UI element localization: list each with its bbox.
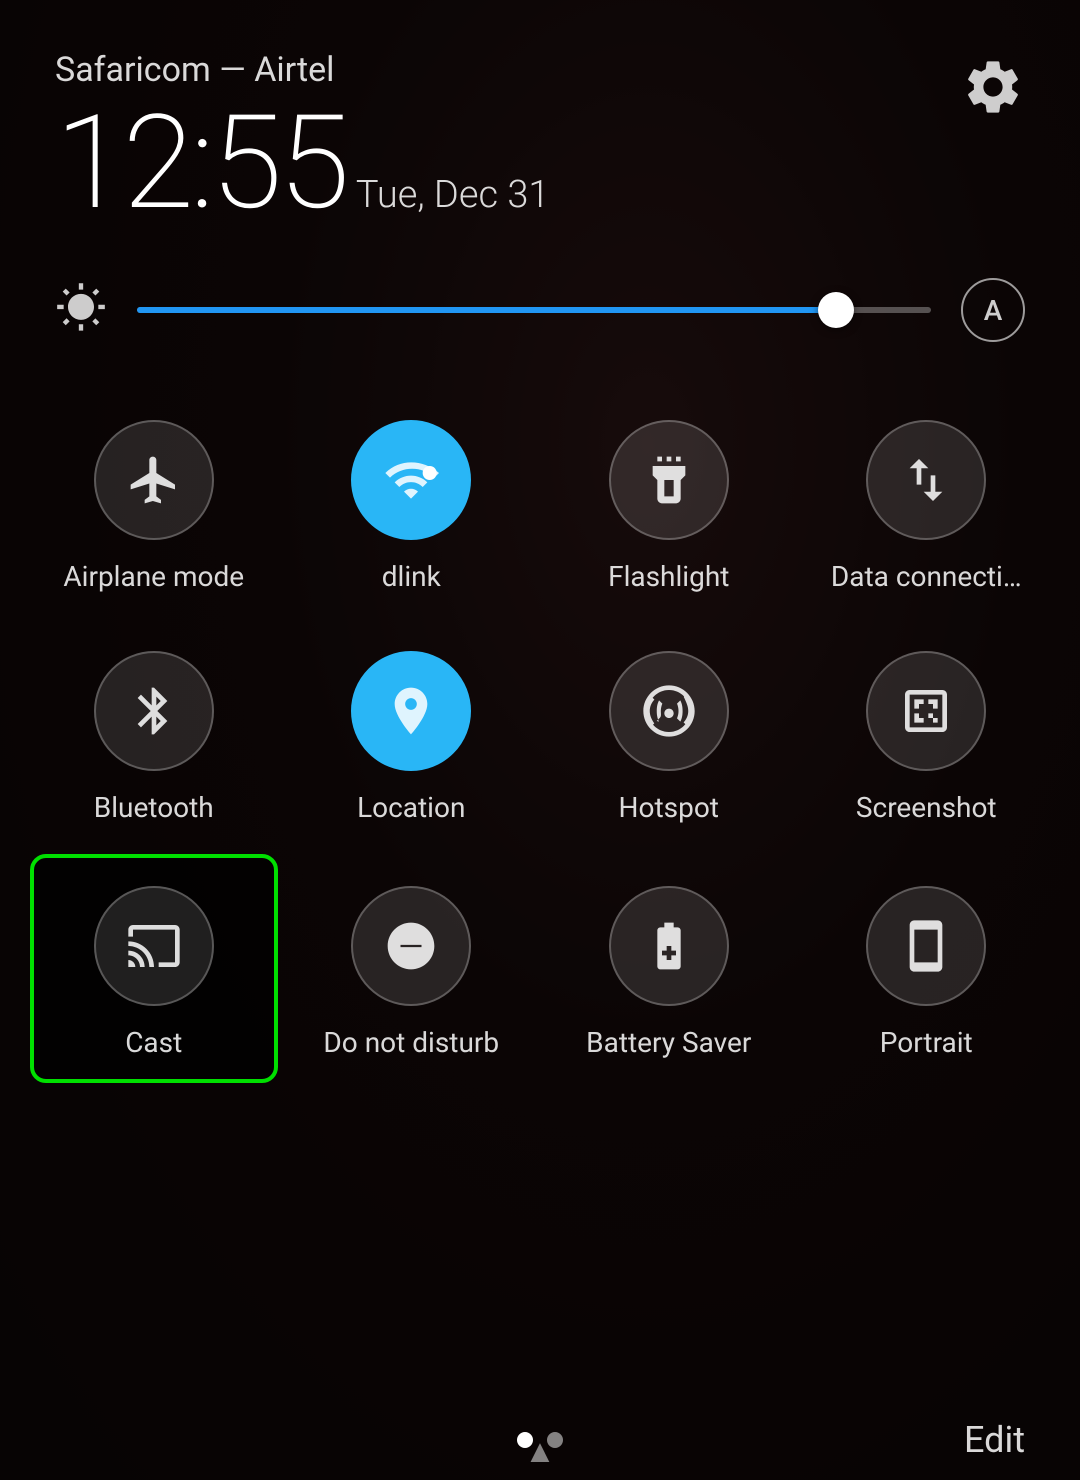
tiles-row-2: Bluetooth Location Hotspot bbox=[30, 623, 1050, 844]
hotspot-icon bbox=[641, 683, 697, 739]
cast-icon bbox=[126, 918, 182, 974]
wifi-icon-wrap bbox=[351, 420, 471, 540]
screenshot-icon-wrap bbox=[866, 651, 986, 771]
screenshot-icon bbox=[898, 683, 954, 739]
up-arrow-indicator: ▲ bbox=[524, 1432, 556, 1470]
flashlight-icon-wrap bbox=[609, 420, 729, 540]
settings-icon[interactable] bbox=[961, 55, 1025, 119]
battery-saver-icon bbox=[641, 918, 697, 974]
brightness-slider[interactable] bbox=[137, 307, 931, 313]
airplane-mode-icon-wrap bbox=[94, 420, 214, 540]
portrait-icon bbox=[898, 918, 954, 974]
tile-portrait[interactable]: Portrait bbox=[803, 854, 1051, 1083]
tiles-row-3: Cast Do not disturb Battery Saver bbox=[30, 854, 1050, 1083]
brightness-control: A bbox=[0, 248, 1080, 372]
brightness-icon bbox=[55, 282, 107, 338]
tile-bluetooth[interactable]: Bluetooth bbox=[30, 623, 278, 844]
tile-hotspot[interactable]: Hotspot bbox=[545, 623, 793, 844]
tile-battery-saver[interactable]: Battery Saver bbox=[545, 854, 793, 1083]
carrier-text: Safaricom — Airtel bbox=[55, 50, 1025, 90]
cast-label: Cast bbox=[125, 1026, 182, 1059]
cast-icon-wrap bbox=[94, 886, 214, 1006]
do-not-disturb-icon-wrap bbox=[351, 886, 471, 1006]
tile-do-not-disturb[interactable]: Do not disturb bbox=[288, 854, 536, 1083]
portrait-label: Portrait bbox=[880, 1026, 973, 1059]
wifi-icon bbox=[383, 452, 439, 508]
wifi-label: dlink bbox=[382, 560, 441, 593]
do-not-disturb-icon bbox=[383, 918, 439, 974]
tile-cast[interactable]: Cast bbox=[30, 854, 278, 1083]
tile-wifi[interactable]: dlink bbox=[288, 392, 536, 613]
location-label: Location bbox=[357, 791, 465, 824]
location-icon bbox=[383, 683, 439, 739]
auto-brightness-button[interactable]: A bbox=[961, 278, 1025, 342]
tiles-row-1: Airplane mode dlink Fl bbox=[30, 392, 1050, 613]
bluetooth-icon-wrap bbox=[94, 651, 214, 771]
bluetooth-icon bbox=[126, 683, 182, 739]
screenshot-label: Screenshot bbox=[856, 791, 997, 824]
portrait-icon-wrap bbox=[866, 886, 986, 1006]
flashlight-label: Flashlight bbox=[608, 560, 729, 593]
tile-data-connection[interactable]: Data connecti… bbox=[803, 392, 1051, 613]
tile-screenshot[interactable]: Screenshot bbox=[803, 623, 1051, 844]
data-connection-label: Data connecti… bbox=[831, 560, 1022, 593]
data-connection-icon-wrap bbox=[866, 420, 986, 540]
tile-flashlight[interactable]: Flashlight bbox=[545, 392, 793, 613]
edit-button[interactable]: Edit bbox=[964, 1419, 1025, 1461]
hotspot-icon-wrap bbox=[609, 651, 729, 771]
airplane-icon bbox=[126, 452, 182, 508]
clock-date: Tue, Dec 31 bbox=[356, 173, 550, 217]
quick-tiles-area: Airplane mode dlink Fl bbox=[0, 372, 1080, 1420]
tile-airplane-mode[interactable]: Airplane mode bbox=[30, 392, 278, 613]
tile-location[interactable]: Location bbox=[288, 623, 536, 844]
data-connection-icon bbox=[898, 452, 954, 508]
header: Safaricom — Airtel 12:55 Tue, Dec 31 bbox=[0, 0, 1080, 248]
battery-saver-icon-wrap bbox=[609, 886, 729, 1006]
hotspot-label: Hotspot bbox=[619, 791, 719, 824]
flashlight-icon bbox=[641, 452, 697, 508]
clock-time: 12:55 bbox=[55, 98, 346, 228]
location-icon-wrap bbox=[351, 651, 471, 771]
bluetooth-label: Bluetooth bbox=[94, 791, 214, 824]
do-not-disturb-label: Do not disturb bbox=[323, 1026, 499, 1059]
battery-saver-label: Battery Saver bbox=[586, 1026, 751, 1059]
airplane-mode-label: Airplane mode bbox=[63, 560, 244, 593]
